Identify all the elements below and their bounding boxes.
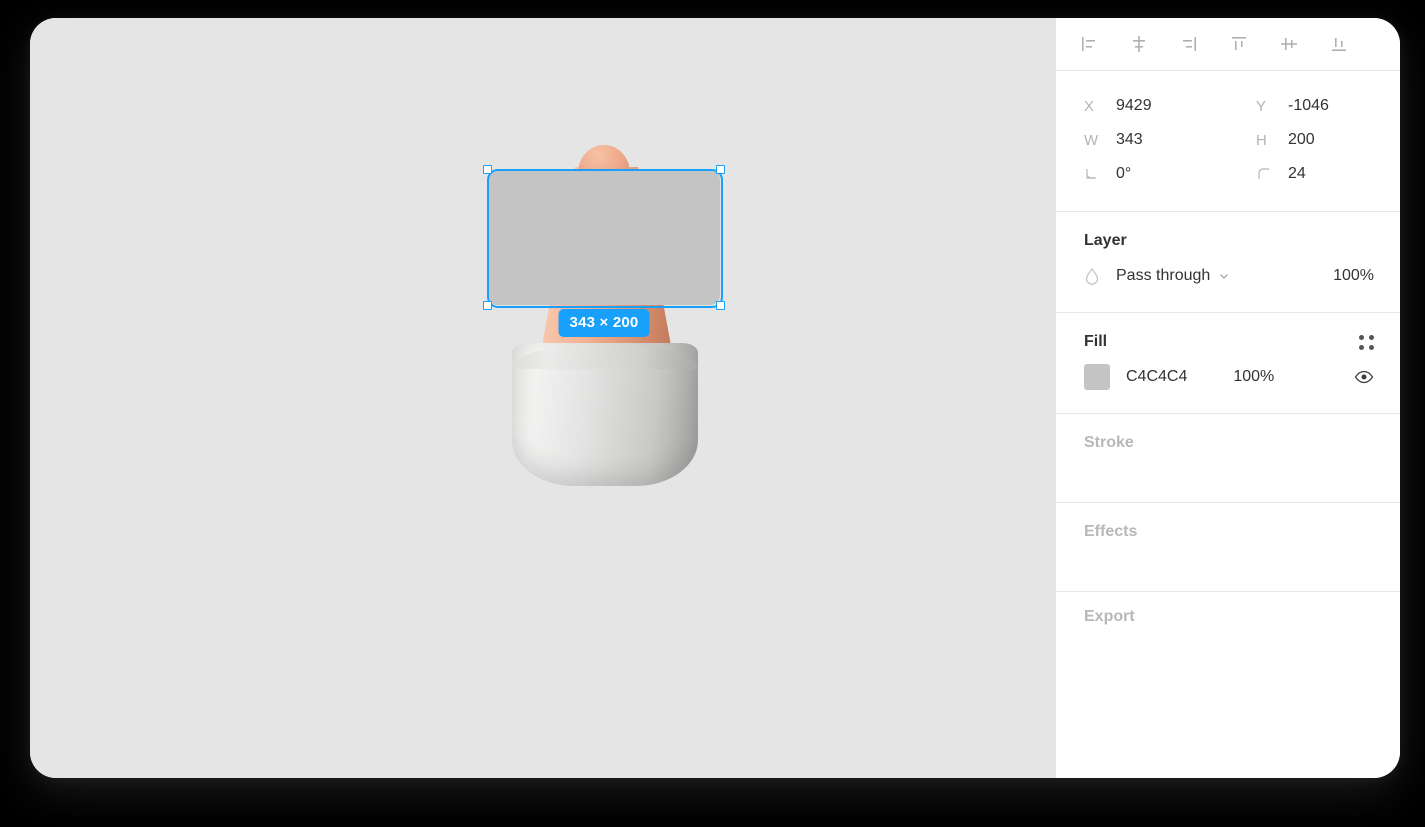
fill-section: Fill C4C4C4 100% <box>1056 313 1400 413</box>
align-vertical-center-icon[interactable] <box>1278 33 1300 55</box>
resize-handle-bottom-left[interactable] <box>483 301 492 310</box>
align-left-icon[interactable] <box>1078 33 1100 55</box>
width-value: 343 <box>1116 131 1143 148</box>
resize-handle-top-left[interactable] <box>483 165 492 174</box>
height-value: 200 <box>1288 131 1315 148</box>
selection-size-badge: 343 × 200 <box>558 309 650 337</box>
resize-handle-bottom-right[interactable] <box>716 301 725 310</box>
fill-color-swatch[interactable] <box>1084 364 1110 390</box>
effects-title: Effects <box>1084 523 1138 540</box>
blend-mode-icon <box>1084 267 1106 285</box>
rotation-value: 0° <box>1116 165 1132 182</box>
stroke-title: Stroke <box>1084 434 1134 451</box>
effects-header: Effects <box>1056 517 1400 547</box>
layer-opacity-value[interactable]: 100% <box>1333 267 1374 285</box>
x-field[interactable]: X 9429 <box>1056 97 1228 115</box>
effects-section[interactable]: Effects <box>1056 503 1400 591</box>
figma-window: 343 × 200 X 9429 Y -1046 W 343 H 200 0° … <box>30 18 1400 778</box>
export-title[interactable]: Export <box>1056 592 1400 626</box>
properties-panel: X 9429 Y -1046 W 343 H 200 0° 24 Layer P… <box>1055 18 1400 778</box>
height-field[interactable]: H 200 <box>1228 131 1400 149</box>
y-field[interactable]: Y -1046 <box>1228 97 1400 115</box>
layer-blend-row: Pass through 100% <box>1056 256 1400 296</box>
layer-section: Layer Pass through 100% <box>1056 212 1400 312</box>
visibility-eye-icon[interactable] <box>1354 370 1374 384</box>
align-top-icon[interactable] <box>1228 33 1250 55</box>
position-row: X 9429 Y -1046 <box>1056 89 1400 123</box>
rotation-icon <box>1084 166 1116 182</box>
stroke-section[interactable]: Stroke <box>1056 414 1400 502</box>
selection-overlay[interactable]: 343 × 200 <box>483 165 725 337</box>
align-horizontal-center-icon[interactable] <box>1128 33 1150 55</box>
alignment-toolbar <box>1056 18 1400 70</box>
fill-opacity-value[interactable]: 100% <box>1233 368 1274 386</box>
rotation-radius-row: 0° 24 <box>1056 157 1400 191</box>
corner-radius-field[interactable]: 24 <box>1228 165 1400 183</box>
layer-header: Layer <box>1056 226 1400 256</box>
chevron-down-icon[interactable] <box>1218 270 1230 282</box>
blend-mode-value[interactable]: Pass through <box>1116 267 1210 285</box>
position-size-section: X 9429 Y -1046 W 343 H 200 0° 24 <box>1056 71 1400 211</box>
corner-radius-value: 24 <box>1288 165 1306 182</box>
fill-header: Fill <box>1056 327 1400 357</box>
height-label: H <box>1256 131 1267 149</box>
fill-row: C4C4C4 100% <box>1056 357 1400 397</box>
width-field[interactable]: W 343 <box>1056 131 1228 149</box>
align-right-icon[interactable] <box>1178 33 1200 55</box>
selected-rectangle[interactable] <box>488 170 720 305</box>
rotation-field[interactable]: 0° <box>1056 165 1228 183</box>
style-picker-icon[interactable] <box>1359 334 1374 350</box>
stroke-empty <box>1056 458 1400 486</box>
y-value: -1046 <box>1288 97 1329 114</box>
y-label: Y <box>1256 97 1267 115</box>
fill-title: Fill <box>1084 333 1108 350</box>
stroke-header: Stroke <box>1056 428 1400 458</box>
x-value: 9429 <box>1116 97 1152 114</box>
effects-empty <box>1056 547 1400 575</box>
size-row: W 343 H 200 <box>1056 123 1400 157</box>
resize-handle-top-right[interactable] <box>716 165 725 174</box>
align-bottom-icon[interactable] <box>1328 33 1350 55</box>
design-canvas[interactable]: 343 × 200 <box>30 18 1055 778</box>
corner-radius-icon <box>1256 166 1288 182</box>
x-label: X <box>1084 97 1095 115</box>
layer-title: Layer <box>1084 232 1127 249</box>
width-label: W <box>1084 131 1099 149</box>
fill-hex-value[interactable]: C4C4C4 <box>1126 368 1187 386</box>
